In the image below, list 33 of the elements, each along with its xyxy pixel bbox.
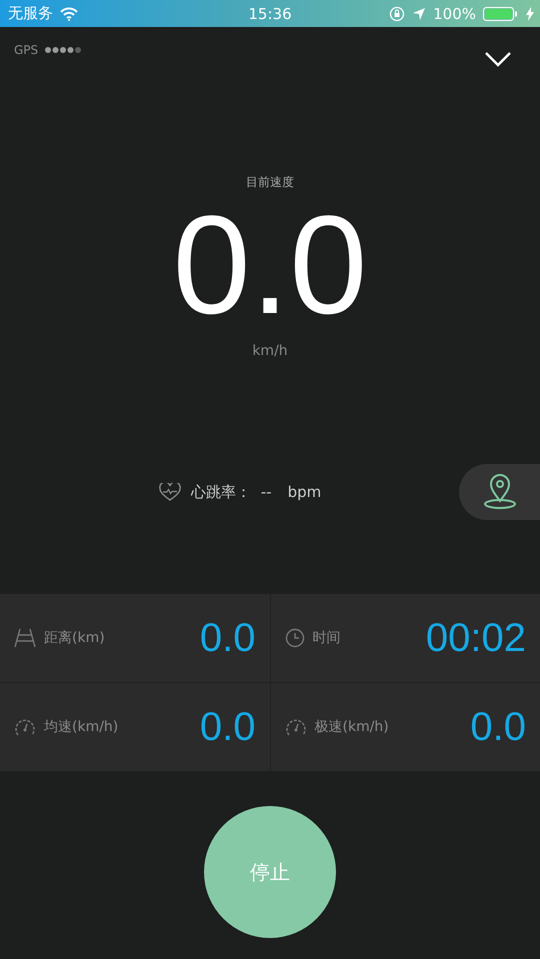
map-button[interactable]	[459, 464, 540, 520]
heart-rate-unit: bpm	[288, 483, 322, 501]
speed-label: 目前速度	[246, 174, 294, 191]
battery-icon	[483, 6, 519, 20]
heart-rate-icon	[158, 483, 181, 501]
stat-label: 均速(km/h)	[44, 718, 118, 736]
stat-label: 时间	[312, 629, 340, 647]
heart-rate-value: --	[260, 483, 272, 501]
stop-button[interactable]: 停止	[204, 806, 336, 938]
clock-icon	[284, 628, 304, 648]
stat-label: 距离(km)	[44, 629, 105, 647]
speedometer-icon	[284, 717, 306, 737]
collapse-chevron-icon[interactable]	[484, 51, 512, 67]
speedometer-icon	[14, 717, 36, 737]
stat-value: 00:02	[426, 616, 526, 660]
stat-value: 0.0	[200, 704, 256, 750]
stat-value: 0.0	[200, 616, 256, 660]
wifi-icon	[60, 6, 78, 20]
gps-label: GPS	[14, 43, 38, 57]
stat-value: 0.0	[470, 704, 526, 750]
map-pin-icon	[482, 473, 518, 511]
rotation-lock-icon	[389, 6, 406, 22]
speed-value: 0.0	[172, 195, 368, 335]
signal-dots-icon	[44, 46, 82, 54]
speed-unit: km/h	[252, 343, 288, 359]
road-icon	[14, 628, 36, 648]
battery-text: 100%	[433, 4, 476, 22]
stat-label: 极速(km/h)	[314, 718, 389, 736]
carrier-text: 无服务	[8, 4, 53, 23]
heart-rate-label: 心跳率：	[190, 482, 251, 502]
clock-text: 15:36	[248, 4, 292, 22]
location-arrow-icon	[412, 6, 426, 20]
charging-icon	[526, 6, 534, 20]
